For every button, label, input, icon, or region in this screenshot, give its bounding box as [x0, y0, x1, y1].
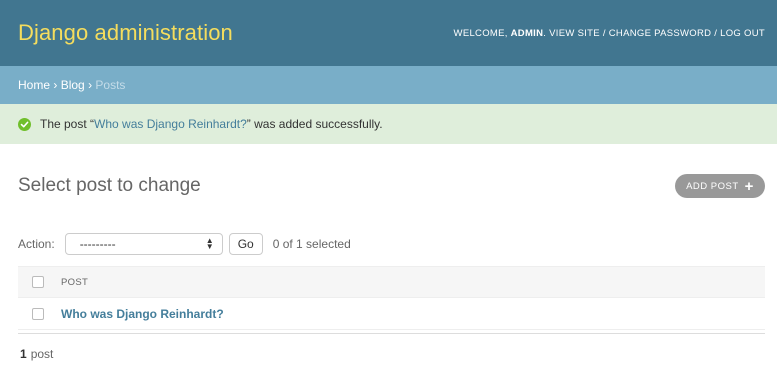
view-site-link[interactable]: View site [549, 28, 600, 39]
row-checkbox[interactable] [32, 307, 44, 320]
result-count-label: post [30, 346, 54, 361]
welcome-text: Welcome, [453, 27, 508, 39]
select-all-checkbox[interactable] [32, 276, 44, 288]
username: admin [510, 27, 544, 39]
breadcrumb-separator: › [53, 78, 58, 92]
user-tools: Welcome, admin. View site / Change passw… [453, 27, 765, 39]
message-prefix: The post “ [40, 117, 95, 131]
admin-page: Django administration Welcome, admin. Vi… [0, 0, 777, 378]
table-header-row: Post [18, 266, 765, 298]
result-count: 1 [20, 346, 27, 361]
column-header-post[interactable]: Post [61, 277, 88, 288]
separator: / [714, 27, 718, 39]
message-suffix: ” was added successfully. [246, 117, 383, 131]
site-branding[interactable]: Django administration [18, 20, 233, 46]
header: Django administration Welcome, admin. Vi… [0, 0, 777, 66]
action-selected-option: --------- [79, 237, 116, 251]
post-title-link[interactable]: Who was Django Reinhardt? [61, 307, 224, 321]
action-select[interactable]: --------- ▲ ▼ [64, 233, 223, 255]
plus-icon: + [744, 177, 754, 195]
actions-bar: Action: --------- ▲ ▼ Go 0 of 1 selected [18, 232, 351, 256]
breadcrumb-current: Posts [95, 78, 126, 92]
action-label: Action: [18, 237, 55, 251]
log-out-link[interactable]: Log out [720, 28, 765, 39]
breadcrumb: Home › Blog › Posts [0, 66, 777, 104]
separator: / [602, 27, 606, 39]
paginator: 1 post [18, 333, 765, 373]
breadcrumb-blog[interactable]: Blog [61, 78, 85, 92]
change-password-link[interactable]: Change password [609, 28, 712, 39]
message-object-link[interactable]: Who was Django Reinhardt? [94, 117, 247, 131]
check-circle-icon [18, 117, 31, 131]
results-table: Post Who was Django Reinhardt? [18, 266, 765, 330]
breadcrumb-home[interactable]: Home [18, 78, 50, 92]
table-row: Who was Django Reinhardt? [18, 298, 765, 330]
page-title: Select post to change [18, 175, 201, 196]
breadcrumb-separator: › [88, 78, 93, 92]
select-arrows-icon: ▲ ▼ [205, 236, 214, 251]
success-message: The post “Who was Django Reinhardt?” was… [0, 104, 777, 144]
selection-counter: 0 of 1 selected [272, 237, 351, 251]
go-button[interactable]: Go [228, 233, 263, 255]
add-post-button[interactable]: Add post + [675, 174, 765, 198]
add-post-label: Add post [686, 180, 739, 192]
